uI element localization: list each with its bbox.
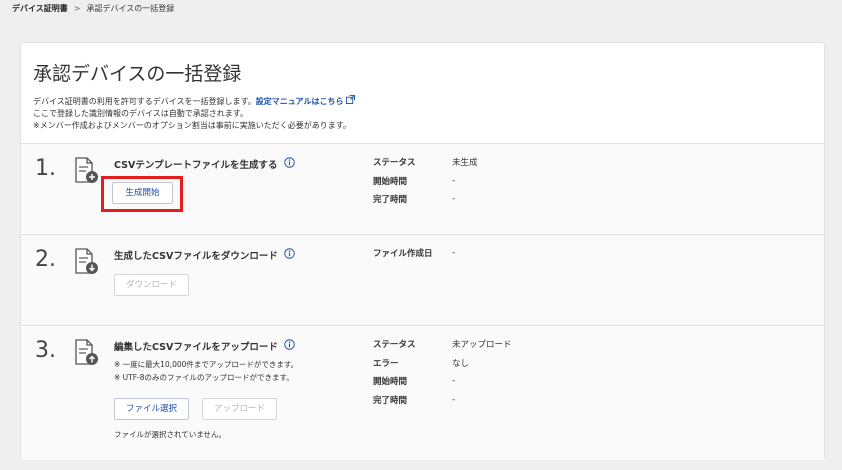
download-button[interactable]: ダウンロード [114,274,189,296]
status-row: ステータス 未アップロード [373,335,512,354]
status-value: - [452,394,456,405]
breadcrumb-parent-link[interactable]: デバイス証明書 [12,3,68,14]
highlight-box [101,176,183,212]
status-key: ステータス [373,340,416,351]
manual-link[interactable]: 設定マニュアルはこちら [256,97,344,106]
breadcrumb-separator: > [73,4,81,13]
step-1-title: CSVテンプレートファイルを生成する [114,160,278,171]
step-2-title: 生成したCSVファイルをダウンロード [114,251,278,262]
step-1-status: ステータス 未生成 開始時間 - 完了時間 - [373,153,478,209]
description-line-3: ※メンバー作成およびメンバーのオプション割当は事前に実施いただく必要があります。 [33,121,351,130]
step-2-status: ファイル作成日 - [373,244,455,263]
status-value: - [452,248,456,259]
step-3-number: 3. [35,338,56,363]
status-value: - [452,376,456,387]
document-plus-icon [74,157,100,189]
main-card: 承認デバイスの一括登録 デバイス証明書の利用を許可するデバイスを一括登録します。… [20,42,825,460]
file-select-button[interactable]: ファイル選択 [114,398,189,420]
step-2-title-row: 生成したCSVファイルをダウンロード [114,248,295,262]
info-icon[interactable] [284,248,295,262]
step-1-section: 1. CSVテンプレートファイルを生成する 生成開始 ステータス 未生成 開始時間… [21,143,824,235]
status-key: 完了時間 [373,195,408,206]
status-value: 未生成 [452,158,478,169]
status-row: ステータス 未生成 [373,153,478,172]
step-1-title-row: CSVテンプレートファイルを生成する [114,157,295,171]
status-row: 完了時間 - [373,190,478,209]
page-description: デバイス証明書の利用を許可するデバイスを一括登録します。設定マニュアルはこちら … [33,95,356,132]
info-icon[interactable] [284,339,295,353]
status-key: 完了時間 [373,395,408,406]
status-row: 完了時間 - [373,391,512,410]
page-title: 承認デバイスの一括登録 [33,63,242,85]
step-3-status: ステータス 未アップロード エラー なし 開始時間 - 完了時間 - [373,335,512,409]
step-3-title-row: 編集したCSVファイルをアップロード [114,339,295,353]
status-row: ファイル作成日 - [373,244,455,263]
upload-note-1: ※ 一度に最大10,000件までアップロードができます。 [114,360,299,369]
upload-note-2: ※ UTF-8のみのファイルのアップロードができます。 [114,373,294,382]
step-3-title: 編集したCSVファイルをアップロード [114,342,278,353]
status-value: 未アップロード [452,340,512,351]
status-row: 開始時間 - [373,372,512,391]
status-key: 開始時間 [373,176,408,187]
step-3-section: 3. 編集したCSVファイルをアップロード ※ 一度に最大10,000件までアッ… [21,325,824,460]
step-2-section: 2. 生成したCSVファイルをダウンロード ダウンロード ファイル作成日 - [21,234,824,326]
status-row: 開始時間 - [373,172,478,191]
document-upload-icon [74,339,100,371]
upload-button[interactable]: アップロード [202,398,277,420]
status-key: ファイル作成日 [373,249,433,260]
status-value: - [452,194,456,205]
description-line-2: ここで登録した識別情報のデバイスは自動で承認されます。 [33,109,248,118]
description-line-1: デバイス証明書の利用を許可するデバイスを一括登録します。 [33,97,256,106]
breadcrumb-current: 承認デバイスの一括登録 [86,4,175,13]
file-status-text: ファイルが選択されていません。 [114,430,227,439]
status-row: エラー なし [373,354,512,373]
step-2-number: 2. [35,247,56,272]
status-key: 開始時間 [373,377,408,388]
document-download-icon [74,248,100,280]
info-icon[interactable] [283,157,295,171]
status-key: エラー [373,358,399,369]
status-key: ステータス [373,158,416,169]
step-1-number: 1. [35,156,56,181]
status-value: なし [452,358,470,369]
breadcrumb: デバイス証明書 > 承認デバイスの一括登録 [12,3,174,14]
external-link-icon[interactable] [346,95,356,108]
status-value: - [452,175,456,186]
